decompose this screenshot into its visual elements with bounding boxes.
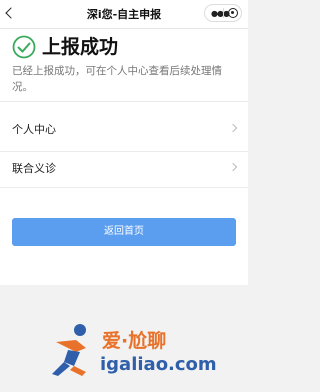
close-circle-icon[interactable]	[228, 8, 238, 18]
title-bar: 深i您-自主申报 ●●●	[0, 0, 248, 29]
divider	[0, 187, 248, 188]
success-description: 已经上报成功，可在个人中心查看后续处理情况。	[12, 65, 222, 93]
check-circle-icon	[12, 35, 36, 59]
watermark-brand: 爱·尬聊	[102, 330, 167, 352]
return-home-button[interactable]: 返回首页	[12, 218, 236, 246]
capsule-menu: ●●●	[204, 4, 242, 22]
menu-item-personal-center[interactable]: 个人中心	[0, 112, 248, 146]
divider	[0, 101, 248, 102]
result-panel: 上报成功 已经上报成功，可在个人中心查看后续处理情况。 个人中心 联合义诊 返回…	[0, 29, 248, 285]
menu-item-label: 联合义诊	[12, 162, 56, 175]
watermark-domain: igaliao.com	[100, 354, 217, 375]
menu-item-joint-clinic[interactable]: 联合义诊	[0, 151, 248, 185]
chevron-right-icon	[228, 123, 238, 133]
success-title: 上报成功	[42, 36, 119, 58]
more-dots-icon[interactable]: ●●●	[211, 10, 230, 18]
watermark: 爱·尬聊 igaliao.com	[46, 322, 241, 382]
chevron-right-icon	[228, 162, 238, 172]
capsule-divider	[223, 8, 224, 18]
runner-logo-icon	[52, 324, 86, 376]
menu-item-label: 个人中心	[12, 123, 56, 136]
